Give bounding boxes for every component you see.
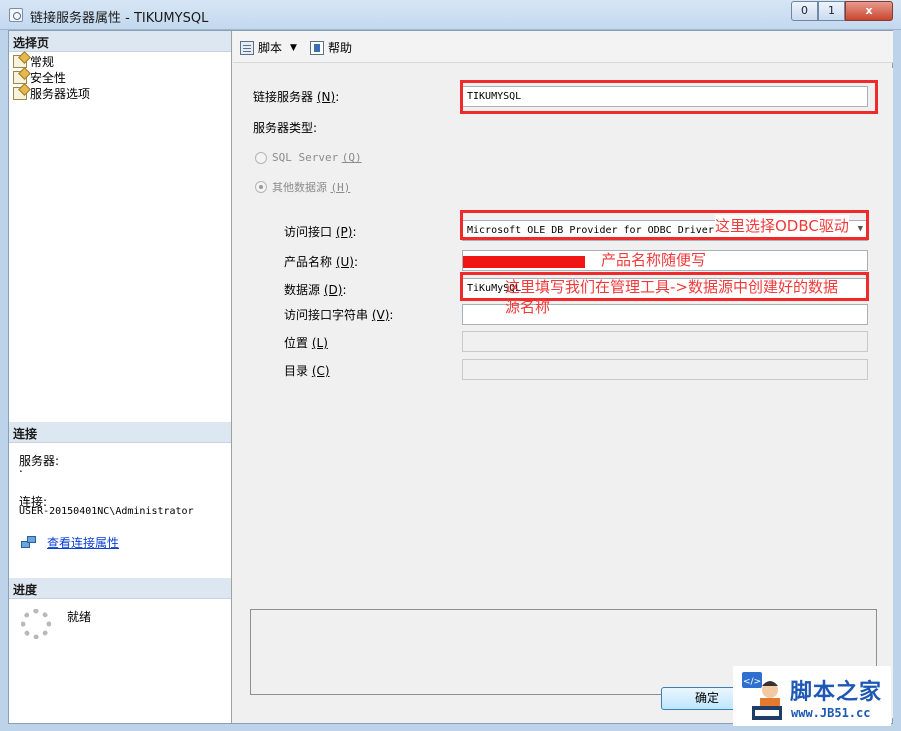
page-icon: [13, 86, 27, 100]
avatar-icon: </>: [742, 672, 782, 720]
server-type-label: 服务器类型:: [253, 121, 318, 135]
svg-text:</>: </>: [743, 677, 761, 687]
location-input[interactable]: [462, 331, 868, 352]
watermark-logo: </> 脚本之家 www.JB51.cc: [733, 666, 891, 726]
minimize-button[interactable]: 0: [791, 1, 818, 21]
location-label: 位置 (L): [284, 336, 328, 350]
nav-item-server-options[interactable]: 服务器选项: [13, 85, 90, 101]
view-connection-properties-link[interactable]: 查看连接属性: [47, 534, 119, 551]
title-bar: 链接服务器属性 - TIKUMYSQL 0 1 x: [0, 0, 901, 30]
connection-value: USER-20150401NC\Administrator: [19, 506, 194, 517]
general-page-panel: 链接服务器 (N): TIKUMYSQL 服务器类型: SQL Server (…: [233, 68, 893, 718]
provider-value: Microsoft OLE DB Provider for ODBC Drive…: [467, 225, 720, 236]
connection-heading: 连接: [9, 422, 231, 443]
select-page-heading: 选择页: [9, 31, 231, 52]
help-label: 帮助: [328, 41, 353, 55]
dialog-client-area: 选择页 常规 安全性 服务器选项 连接 服务器: . 连接: USER-2015…: [8, 30, 893, 724]
server-value: .: [19, 461, 23, 475]
chevron-down-icon[interactable]: ▼: [290, 43, 297, 53]
app-icon: [9, 8, 23, 22]
page-icon: [13, 54, 27, 68]
redaction-bar: [463, 256, 585, 268]
left-panel: 选择页 常规 安全性 服务器选项 连接 服务器: . 连接: USER-2015…: [9, 31, 232, 723]
page-icon: [13, 70, 27, 84]
radio-checked-icon: [255, 181, 267, 193]
nav-item-general[interactable]: 常规: [13, 53, 54, 69]
provider-label: 访问接口 (P):: [284, 225, 357, 239]
annotation-product-note: 产品名称随便写: [601, 251, 707, 269]
other-datasource-radio[interactable]: 其他数据源 (H): [255, 179, 350, 195]
nav-item-label: 常规: [30, 54, 55, 69]
script-button[interactable]: 脚本 ▼: [240, 39, 297, 56]
progress-status: 就绪: [67, 610, 92, 624]
provider-string-label: 访问接口字符串 (V):: [284, 308, 394, 322]
watermark-url: www.JB51.cc: [791, 706, 871, 720]
product-name-label: 产品名称 (U):: [284, 255, 359, 269]
radio-icon: [255, 151, 267, 164]
progress-spinner-icon: [21, 609, 51, 639]
nav-item-label: 服务器选项: [30, 86, 91, 101]
annotation-provider-note: 这里选择ODBC驱动: [715, 215, 849, 236]
chevron-down-icon[interactable]: ▼: [858, 224, 863, 234]
catalog-input[interactable]: [462, 359, 868, 380]
datasource-label: 数据源 (D):: [284, 283, 347, 297]
watermark-title: 脚本之家: [790, 680, 883, 705]
script-label: 脚本: [258, 41, 283, 55]
progress-heading: 进度: [9, 578, 231, 599]
annotation-datasource-note-line2: 源名称: [505, 298, 551, 316]
linked-server-label: 链接服务器 (N):: [253, 90, 340, 104]
nav-item-security[interactable]: 安全性: [13, 69, 66, 85]
server-label: 服务器:: [19, 454, 60, 468]
help-button[interactable]: 帮助: [310, 39, 352, 56]
maximize-button[interactable]: 1: [818, 1, 845, 21]
annotation-datasource-note-line1: 这里填写我们在管理工具->数据源中创建好的数据: [505, 278, 838, 296]
linked-server-input[interactable]: TIKUMYSQL: [462, 86, 868, 107]
nav-item-label: 安全性: [30, 70, 67, 85]
script-icon: [240, 40, 254, 55]
sql-server-radio[interactable]: SQL Server (Q): [255, 151, 362, 164]
catalog-label: 目录 (C): [284, 364, 330, 378]
toolbar: 脚本 ▼ 帮助: [233, 31, 893, 63]
close-button[interactable]: x: [845, 1, 893, 21]
help-icon: [310, 40, 324, 55]
connection-properties-icon: [21, 536, 37, 550]
window-title: 链接服务器属性 - TIKUMYSQL: [30, 11, 209, 26]
